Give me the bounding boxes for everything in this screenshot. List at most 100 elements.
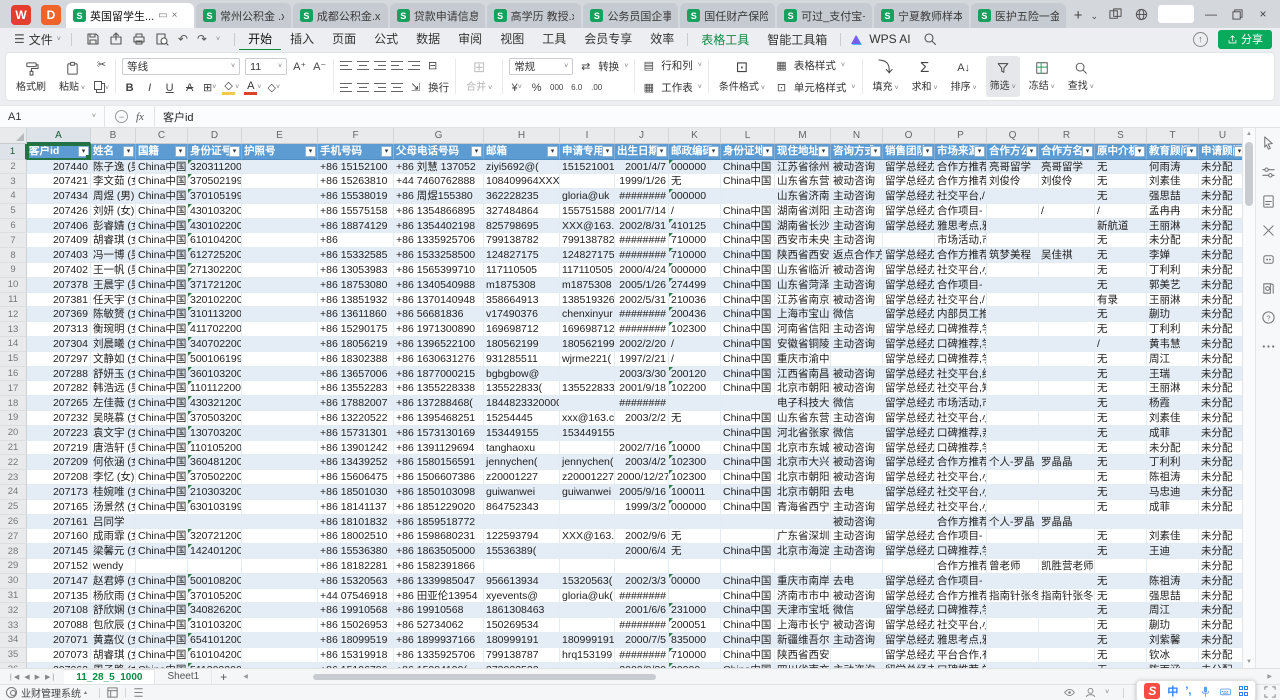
- cell-P17[interactable]: 社交平台,知: [935, 381, 987, 396]
- cell-R3[interactable]: 刘俊伶: [1039, 174, 1095, 189]
- filter-dropdown-icon[interactable]: ▾: [305, 146, 316, 157]
- cell-S20[interactable]: 无: [1095, 426, 1147, 441]
- cell-C2[interactable]: China中国: [136, 160, 188, 175]
- cell-S16[interactable]: 无: [1095, 367, 1147, 382]
- cell-C28[interactable]: China中国: [136, 544, 188, 559]
- cell-T17[interactable]: 王丽淋: [1147, 381, 1199, 396]
- cell-O14[interactable]: 留学总经办: [883, 337, 935, 352]
- cell-J36[interactable]: 2002/8/20: [615, 663, 669, 668]
- cell-O21[interactable]: 留学总经办: [883, 441, 935, 456]
- column-header-P[interactable]: P: [935, 128, 987, 144]
- ime-mic-icon[interactable]: [1199, 685, 1212, 698]
- cell-C13[interactable]: China中国: [136, 322, 188, 337]
- cell-F14[interactable]: +86 18056219: [318, 337, 394, 352]
- filter-dropdown-icon[interactable]: ▾: [762, 146, 773, 157]
- row-number[interactable]: 16: [0, 367, 27, 382]
- cell-S3[interactable]: 无: [1095, 174, 1147, 189]
- cell-J13[interactable]: ########: [615, 322, 669, 337]
- cell-D9[interactable]: 271302200004241013: [188, 263, 242, 278]
- cell-H17[interactable]: 135522833(: [484, 381, 560, 396]
- cell-P31[interactable]: 合作方推荐: [935, 589, 987, 604]
- sliders-icon[interactable]: [1261, 165, 1276, 180]
- cell-G30[interactable]: +86 1339985047: [394, 574, 484, 589]
- cell-R27[interactable]: [1039, 529, 1095, 544]
- cell-C22[interactable]: China中国: [136, 455, 188, 470]
- menu-item-工具[interactable]: 工具: [533, 28, 575, 51]
- system-menu-caret-icon[interactable]: ▴: [84, 689, 87, 696]
- cell-N20[interactable]: 微信: [831, 426, 883, 441]
- cell-R2[interactable]: 亮哥留学: [1039, 160, 1095, 175]
- cell-H18[interactable]: 18448233200000@qq: [484, 396, 560, 411]
- cell-B8[interactable]: 冯一博 (男: [91, 248, 136, 263]
- cell-T28[interactable]: 王迪: [1147, 544, 1199, 559]
- cell-A13[interactable]: 207313: [27, 322, 91, 337]
- cell-Q32[interactable]: [987, 603, 1039, 618]
- cell-P29[interactable]: 合作方推荐: [935, 559, 987, 574]
- align-center-icon[interactable]: [357, 83, 369, 92]
- cell-U30[interactable]: 未分配: [1199, 574, 1242, 589]
- cell-F17[interactable]: +86 13552283: [318, 381, 394, 396]
- cell-J5[interactable]: 2001/7/14: [615, 204, 669, 219]
- minimize-icon[interactable]: —: [1198, 3, 1224, 25]
- cell-S13[interactable]: 无: [1095, 322, 1147, 337]
- cell-A35[interactable]: 207073: [27, 648, 91, 663]
- bold-icon[interactable]: B: [122, 80, 137, 95]
- help-icon[interactable]: ?: [1261, 310, 1276, 325]
- cell-S29[interactable]: [1095, 559, 1147, 574]
- cell-C14[interactable]: China中国: [136, 337, 188, 352]
- cell-F11[interactable]: +86 13851932: [318, 293, 394, 308]
- cell-F16[interactable]: +86 13657006: [318, 367, 394, 382]
- filter-dropdown-icon[interactable]: ▾: [123, 146, 134, 157]
- cell-O15[interactable]: 留学总经办: [883, 352, 935, 367]
- filter-dropdown-icon[interactable]: ▾: [818, 146, 829, 157]
- row-number[interactable]: 27: [0, 529, 27, 544]
- cell-M27[interactable]: 广东省深圳: [775, 529, 831, 544]
- filter-dropdown-icon[interactable]: ▾: [229, 146, 240, 157]
- column-header-A[interactable]: A: [27, 128, 91, 144]
- font-color-icon[interactable]: A˅: [244, 80, 261, 95]
- ai-robot-icon[interactable]: [1261, 252, 1276, 267]
- cell-A9[interactable]: 207402: [27, 263, 91, 278]
- cell-N19[interactable]: 主动咨询: [831, 411, 883, 426]
- cell-U14[interactable]: 未分配: [1199, 337, 1242, 352]
- cell-L17[interactable]: China中国: [721, 381, 775, 396]
- cell-F28[interactable]: +86 15536380: [318, 544, 394, 559]
- cell-R21[interactable]: [1039, 441, 1095, 456]
- cell-U3[interactable]: 未分配: [1199, 174, 1242, 189]
- cell-G17[interactable]: +86 1355228338: [394, 381, 484, 396]
- cell-F26[interactable]: +86 18101832: [318, 515, 394, 530]
- orientation-icon[interactable]: ⊟: [425, 58, 440, 73]
- cell-A7[interactable]: 207409: [27, 233, 91, 248]
- cell-E26[interactable]: [242, 515, 318, 530]
- cell-C25[interactable]: China中国: [136, 500, 188, 515]
- header-cell-J[interactable]: 出生日期▾: [615, 144, 669, 160]
- cell-A34[interactable]: 207071: [27, 633, 91, 648]
- cell-K18[interactable]: [669, 396, 721, 411]
- first-sheet-icon[interactable]: ❘◀: [8, 673, 19, 681]
- cell-B18[interactable]: 左佳薇 (女: [91, 396, 136, 411]
- cell-A5[interactable]: 207426: [27, 204, 91, 219]
- cell-N22[interactable]: 被动咨询: [831, 455, 883, 470]
- cell-G23[interactable]: +86 1506607386: [394, 470, 484, 485]
- cell-O20[interactable]: 留学总经办: [883, 426, 935, 441]
- menu-item-插入[interactable]: 插入: [281, 28, 323, 51]
- cell-E31[interactable]: [242, 589, 318, 604]
- cell-P25[interactable]: 社交平台,小: [935, 500, 987, 515]
- menu-item-审阅[interactable]: 审阅: [449, 28, 491, 51]
- cell-H26[interactable]: [484, 515, 560, 530]
- cell-H15[interactable]: 931285511: [484, 352, 560, 367]
- cell-G28[interactable]: +86 1863505000: [394, 544, 484, 559]
- cell-I34[interactable]: 180999191: [560, 633, 615, 648]
- cell-T19[interactable]: 刘素佳: [1147, 411, 1199, 426]
- scroll-up-icon[interactable]: ▲: [1243, 128, 1255, 140]
- cell-C20[interactable]: China中国: [136, 426, 188, 441]
- cell-D19[interactable]: 370503200302020020: [188, 411, 242, 426]
- cell-I23[interactable]: z20001227: [560, 470, 615, 485]
- cell-B5[interactable]: 刘妍 (女): [91, 204, 136, 219]
- cell-H21[interactable]: tanghaoxu: [484, 441, 560, 456]
- cell-C23[interactable]: China中国: [136, 470, 188, 485]
- cell-A10[interactable]: 207378: [27, 278, 91, 293]
- cell-R16[interactable]: [1039, 367, 1095, 382]
- cell-T6[interactable]: 王丽淋: [1147, 219, 1199, 234]
- cell-C8[interactable]: China中国: [136, 248, 188, 263]
